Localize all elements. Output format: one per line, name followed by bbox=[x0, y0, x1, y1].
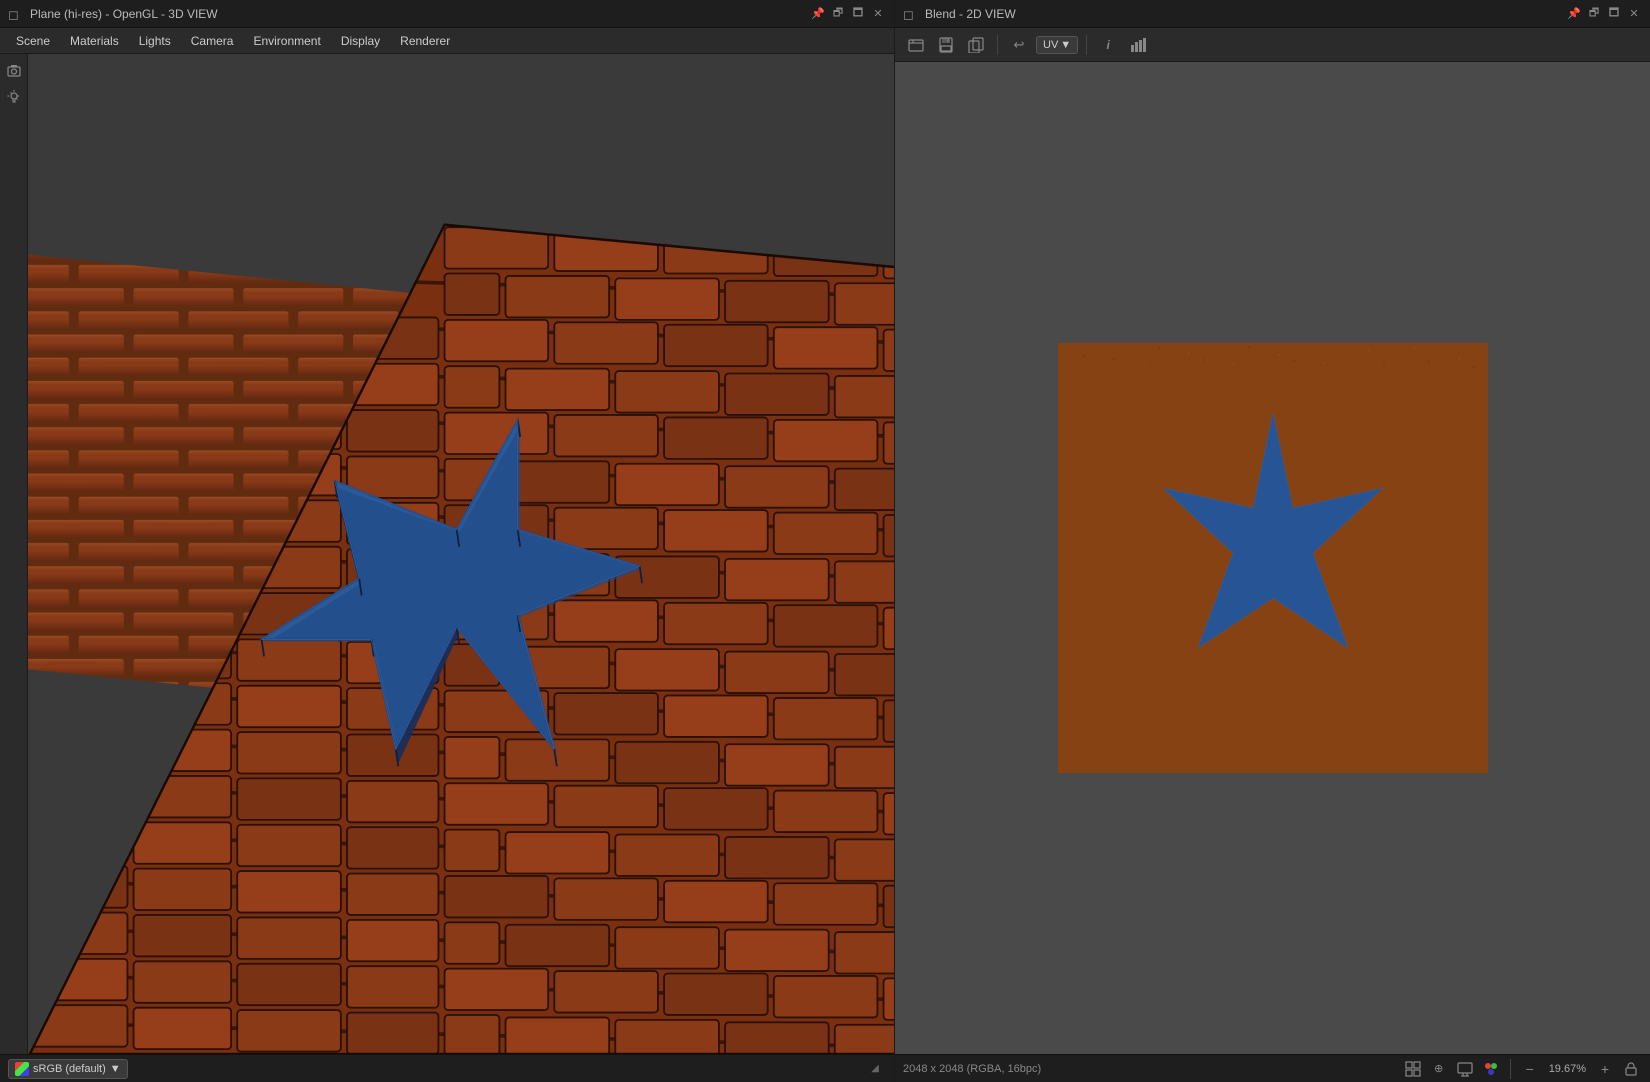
toolbar-sep-2 bbox=[1086, 35, 1087, 55]
uv-label: UV bbox=[1043, 39, 1058, 51]
pin-button-2d[interactable]: 📌 bbox=[1566, 6, 1582, 22]
title-3d: Plane (hi-res) - OpenGL - 3D VIEW bbox=[30, 7, 802, 21]
colorspace-swatch bbox=[15, 1062, 29, 1076]
image-layers-button[interactable] bbox=[903, 32, 929, 58]
save-button-2d[interactable] bbox=[933, 32, 959, 58]
uv-dropdown[interactable]: UV ▼ bbox=[1036, 36, 1078, 54]
lock-button[interactable] bbox=[1620, 1058, 1642, 1080]
zoom-in-button[interactable]: + bbox=[1594, 1058, 1616, 1080]
light-tool-button[interactable] bbox=[3, 86, 25, 108]
restore-button-3d[interactable]: 🗗 bbox=[830, 6, 846, 22]
titlebar-controls-2d: 📌 🗗 🗖 ✕ bbox=[1566, 6, 1642, 22]
app-icon-3d: ◻ bbox=[8, 7, 22, 21]
menubar-3d: Scene Materials Lights Camera Environmen… bbox=[0, 28, 894, 54]
toolbar-2d: ↩ UV ▼ i bbox=[895, 28, 1650, 62]
statusbar-2d: 2048 x 2048 (RGBA, 16bpc) ⊕ bbox=[895, 1054, 1650, 1082]
channels-grid-button[interactable] bbox=[1402, 1058, 1424, 1080]
zoom-out-button[interactable]: − bbox=[1519, 1058, 1541, 1080]
menu-materials[interactable]: Materials bbox=[62, 32, 127, 50]
menu-scene[interactable]: Scene bbox=[8, 32, 58, 50]
uv-dropdown-arrow: ▼ bbox=[1060, 39, 1071, 51]
panel-2d: ◻ Blend - 2D VIEW 📌 🗗 🗖 ✕ bbox=[895, 0, 1650, 1082]
toolbar-sep-1 bbox=[997, 35, 998, 55]
titlebar-controls-3d: 📌 🗗 🗖 ✕ bbox=[810, 6, 886, 22]
left-toolbar-3d bbox=[0, 54, 28, 1054]
colorspace-label: sRGB (default) bbox=[33, 1063, 106, 1075]
statusbar-3d: sRGB (default) ▼ ◢ bbox=[0, 1054, 894, 1082]
camera-tool-button[interactable] bbox=[3, 60, 25, 82]
menu-display[interactable]: Display bbox=[333, 32, 388, 50]
display-button[interactable] bbox=[1454, 1058, 1476, 1080]
viewport-3d[interactable] bbox=[0, 54, 894, 1054]
viewport-2d[interactable] bbox=[895, 62, 1650, 1054]
maximize-button-3d[interactable]: 🗖 bbox=[850, 6, 866, 22]
panel-3d: ◻ Plane (hi-res) - OpenGL - 3D VIEW 📌 🗗 … bbox=[0, 0, 895, 1082]
app-icon-2d: ◻ bbox=[903, 7, 917, 21]
colorspace-select[interactable]: sRGB (default) ▼ bbox=[8, 1059, 128, 1079]
titlebar-2d: ◻ Blend - 2D VIEW 📌 🗗 🗖 ✕ bbox=[895, 0, 1650, 28]
info-button[interactable]: i bbox=[1095, 32, 1121, 58]
image-info: 2048 x 2048 (RGBA, 16bpc) bbox=[903, 1063, 1398, 1075]
viewport-3d-scene[interactable] bbox=[28, 54, 894, 1054]
sep-status bbox=[1510, 1059, 1511, 1079]
colorspace-dropdown-arrow: ▼ bbox=[110, 1063, 121, 1075]
corner-resize-button[interactable]: ◢ bbox=[864, 1058, 886, 1080]
bottom-left-icons: ◢ bbox=[864, 1058, 886, 1080]
pin-button-3d[interactable]: 📌 bbox=[810, 6, 826, 22]
color-picker-button[interactable] bbox=[1480, 1058, 1502, 1080]
scene-3d-render bbox=[28, 54, 894, 1054]
menu-lights[interactable]: Lights bbox=[131, 32, 179, 50]
menu-environment[interactable]: Environment bbox=[245, 32, 328, 50]
close-button-3d[interactable]: ✕ bbox=[870, 6, 886, 22]
copy-button-2d[interactable] bbox=[963, 32, 989, 58]
texture-svg-2d bbox=[1058, 343, 1488, 773]
close-button-2d[interactable]: ✕ bbox=[1626, 6, 1642, 22]
statusbar-2d-icons: ⊕ − 19.67% + bbox=[1402, 1058, 1642, 1080]
texture-display-2d bbox=[1058, 343, 1488, 773]
maximize-button-2d[interactable]: 🗖 bbox=[1606, 6, 1622, 22]
titlebar-3d: ◻ Plane (hi-res) - OpenGL - 3D VIEW 📌 🗗 … bbox=[0, 0, 894, 28]
transform-button[interactable]: ⊕ bbox=[1428, 1058, 1450, 1080]
menu-renderer[interactable]: Renderer bbox=[392, 32, 458, 50]
zoom-level: 19.67% bbox=[1545, 1063, 1590, 1075]
undo-button[interactable]: ↩ bbox=[1006, 32, 1032, 58]
stats-button[interactable] bbox=[1125, 32, 1151, 58]
restore-button-2d[interactable]: 🗗 bbox=[1586, 6, 1602, 22]
title-2d: Blend - 2D VIEW bbox=[925, 7, 1558, 21]
menu-camera[interactable]: Camera bbox=[183, 32, 242, 50]
